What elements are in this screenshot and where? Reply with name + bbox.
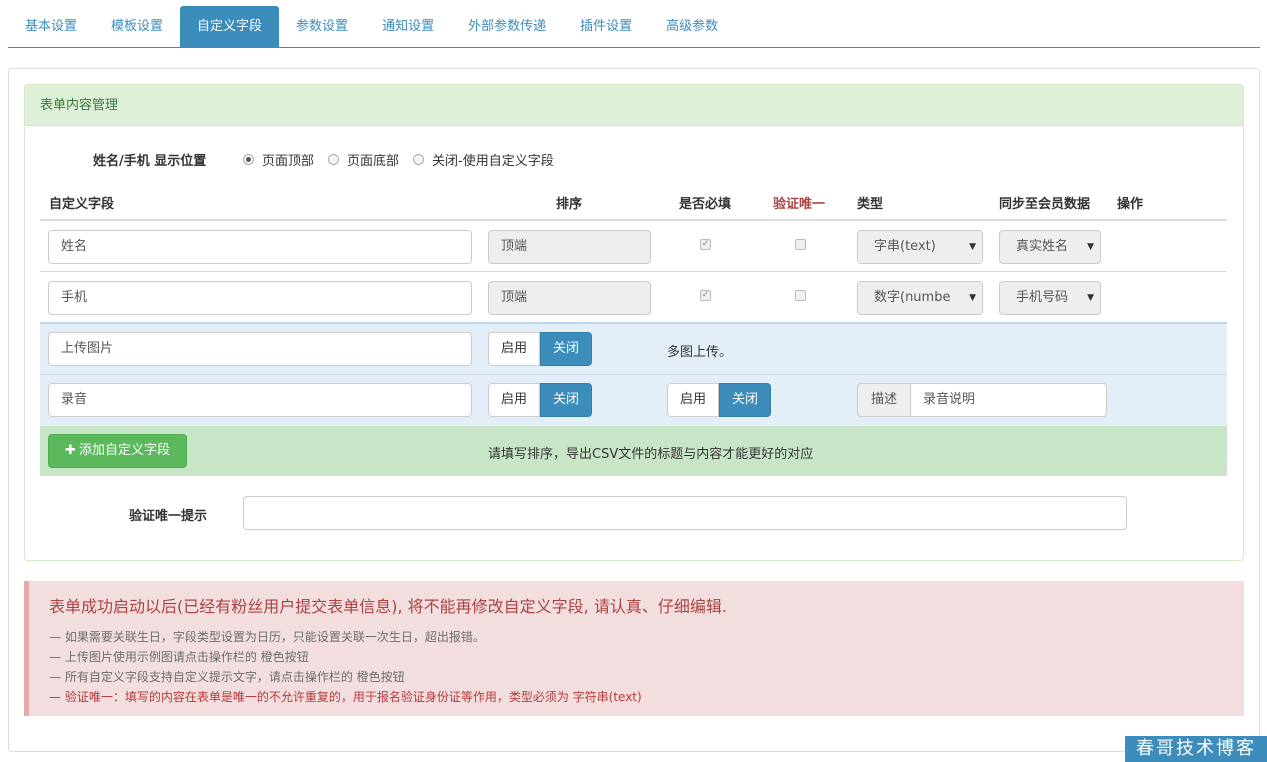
radio-page-top[interactable]: 页面顶部 [243, 150, 314, 169]
col-header-field: 自定义字段 [49, 197, 115, 212]
add-hint-text: 请填写排序，导出CSV文件的标题与内容才能更好的对应 [488, 447, 814, 462]
col-header-unique: 验证唯一 [773, 197, 826, 212]
unique-hint-input[interactable] [243, 496, 1127, 530]
tab-external-params[interactable]: 外部参数传递 [451, 6, 563, 47]
col-header-type: 类型 [857, 197, 884, 212]
col-header-sync: 同步至会员数据 [999, 197, 1091, 212]
name-phone-position-label: 姓名/手机 显示位置 [93, 154, 207, 169]
audio-toggle: 启用 关闭 [488, 383, 593, 417]
tab-plugin-settings[interactable]: 插件设置 [563, 6, 649, 47]
tab-advanced-params[interactable]: 高级参数 [649, 6, 735, 47]
radio-label: 关闭-使用自定义字段 [432, 154, 554, 169]
upload-note: 多图上传。 [667, 345, 733, 360]
audio-disable-button-2[interactable]: 关闭 [719, 383, 772, 417]
field-phone-type-select[interactable]: 数字(numbe ▼ [857, 281, 983, 315]
alert-title: 表单成功启动以后(已经有粉丝用户提交表单信息), 将不能再修改自定义字段, 请认… [49, 597, 727, 616]
tab-parameter-settings[interactable]: 参数设置 [279, 6, 365, 47]
watermark: 春哥技术博客 [1125, 736, 1267, 762]
col-header-action: 操作 [1117, 197, 1144, 212]
tab-template-settings[interactable]: 模板设置 [94, 6, 180, 47]
field-upload-input[interactable]: 上传图片 [48, 332, 472, 366]
warning-alert: 表单成功启动以后(已经有粉丝用户提交表单信息), 将不能再修改自定义字段, 请认… [24, 581, 1244, 716]
radio-page-bottom[interactable]: 页面底部 [328, 150, 399, 169]
alert-line-hint: — 所有自定义字段支持自定义提示文字，请点击操作栏的 橙色按钮 [49, 670, 405, 684]
upload-enable-button[interactable]: 启用 [488, 332, 541, 366]
caret-down-icon: ▼ [1087, 293, 1094, 303]
col-header-required: 是否必填 [679, 197, 732, 212]
radio-checked-icon [243, 154, 254, 165]
unique-checkbox[interactable] [795, 239, 806, 250]
caret-down-icon: ▼ [969, 293, 976, 303]
tab-notification-settings[interactable]: 通知设置 [365, 6, 451, 47]
add-button-label: 添加自定义字段 [78, 443, 170, 458]
description-addon-label: 描述 [857, 383, 911, 417]
alert-line-upload: — 上传图片使用示例图请点击操作栏的 橙色按钮 [49, 650, 309, 664]
audio-enable-button[interactable]: 启用 [488, 383, 541, 417]
field-name-input[interactable]: 姓名 [48, 230, 472, 264]
audio-enable-button-2[interactable]: 启用 [667, 383, 720, 417]
audio-description-group: 描述 录音说明 [857, 383, 1107, 417]
row-divider [40, 271, 1227, 272]
required-checkbox[interactable]: ✓ [700, 239, 711, 250]
position-radio-group: 页面顶部 页面底部 关闭-使用自定义字段 [243, 150, 568, 169]
radio-label: 页面顶部 [262, 154, 315, 169]
select-value: 手机号码 [1016, 290, 1069, 305]
upload-disable-button[interactable]: 关闭 [540, 332, 593, 366]
caret-down-icon: ▼ [969, 242, 976, 252]
panel-heading: 表单内容管理 [25, 85, 1243, 126]
field-audio-input[interactable]: 录音 [48, 383, 472, 417]
required-checkbox[interactable]: ✓ [700, 290, 711, 301]
caret-down-icon: ▼ [1087, 242, 1094, 252]
unique-checkbox[interactable] [795, 290, 806, 301]
field-phone-sync-select[interactable]: 手机号码 ▼ [999, 281, 1101, 315]
col-header-order: 排序 [556, 197, 583, 212]
description-input[interactable]: 录音说明 [911, 383, 1107, 417]
tab-custom-fields[interactable]: 自定义字段 [180, 6, 280, 47]
select-value: 真实姓名 [1016, 239, 1069, 254]
alert-line-birthday: — 如果需要关联生日，字段类型设置为日历，只能设置关联一次生日，超出报错。 [49, 630, 485, 644]
radio-unchecked-icon [413, 154, 425, 165]
radio-close-custom[interactable]: 关闭-使用自定义字段 [413, 150, 554, 169]
field-name-type-select[interactable]: 字串(text) ▼ [857, 230, 983, 264]
field-phone-order: 顶端 [488, 281, 651, 315]
alert-line-unique: — 验证唯一：填写的内容在表单是唯一的不允许重复的，用于报名验证身份证等作用，类… [49, 690, 642, 704]
plus-icon: ✚ [65, 443, 76, 458]
table-header-divider [40, 219, 1227, 221]
audio-toggle-2: 启用 关闭 [667, 383, 772, 417]
select-value: 字串(text) [874, 239, 936, 254]
select-value: 数字(numbe [874, 290, 951, 305]
audio-disable-button[interactable]: 关闭 [540, 383, 593, 417]
add-custom-field-button[interactable]: ✚ 添加自定义字段 [48, 434, 187, 468]
tab-bar: 基本设置 模板设置 自定义字段 参数设置 通知设置 外部参数传递 插件设置 高级… [8, 6, 1260, 48]
upload-toggle: 启用 关闭 [488, 332, 593, 366]
tab-basic-settings[interactable]: 基本设置 [8, 6, 94, 47]
radio-unchecked-icon [328, 154, 340, 165]
field-phone-input[interactable]: 手机 [48, 281, 472, 315]
radio-label: 页面底部 [347, 154, 400, 169]
unique-hint-label: 验证唯一提示 [129, 509, 208, 524]
field-name-order: 顶端 [488, 230, 651, 264]
field-name-sync-select[interactable]: 真实姓名 ▼ [999, 230, 1101, 264]
